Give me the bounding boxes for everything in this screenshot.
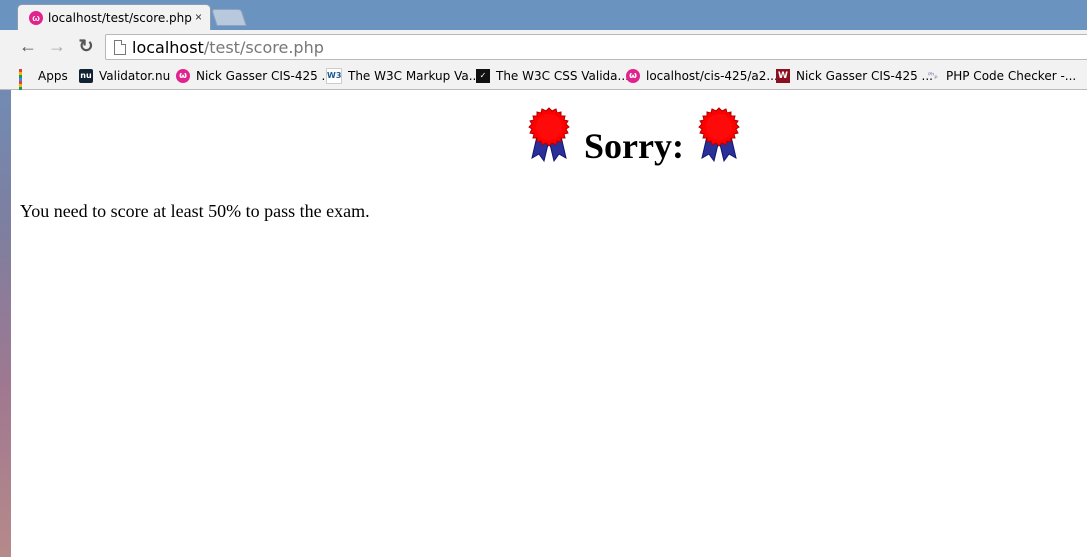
bookmark-label: Apps [38, 69, 68, 83]
bookmark-w3c-markup[interactable]: W3 The W3C Markup Va... [326, 67, 480, 85]
url-host: localhost [132, 38, 204, 57]
w-icon: W [776, 68, 790, 83]
url-text: localhost/test/score.php [132, 38, 324, 57]
bookmark-w3c-css[interactable]: ✓ The W3C CSS Valida... [476, 67, 629, 85]
apps-grid-icon [19, 68, 32, 96]
bookmark-label: localhost/cis-425/a2... [646, 69, 778, 83]
page-title: Sorry: [584, 126, 684, 166]
wamp-favicon-icon: ω [29, 11, 43, 25]
bookmark-localhost-cis[interactable]: ω localhost/cis-425/a2... [626, 67, 778, 85]
tab-strip: ω localhost/test/score.php × [0, 0, 1087, 32]
bookmark-apps[interactable]: Apps [19, 67, 68, 96]
w3c-icon: W3 [326, 67, 342, 84]
php-icon: ᴾʰₚ [928, 70, 938, 80]
browser-chrome: ω localhost/test/score.php × ← → ↻ local… [0, 0, 1087, 96]
bookmarks-bar: Apps nu Validator.nu ω Nick Gasser CIS-425… [0, 63, 1087, 96]
bookmark-label: Nick Gasser CIS-425 ... [796, 69, 933, 83]
bookmark-label: The W3C Markup Va... [348, 69, 481, 83]
url-path: /test/score.php [203, 38, 324, 57]
award-ribbon-icon [528, 107, 570, 163]
page-icon [114, 40, 126, 55]
close-icon[interactable]: × [195, 10, 202, 24]
page-content: Sorry: You need to score at least 50% to… [11, 90, 1087, 557]
wamp-icon: ω [626, 68, 640, 83]
bookmark-label: PHP Code Checker -... [946, 69, 1077, 83]
bookmark-label: Validator.nu [99, 69, 171, 83]
reload-button[interactable]: ↻ [76, 37, 96, 55]
tab-title: localhost/test/score.php [48, 11, 192, 25]
forward-button[interactable]: → [47, 37, 67, 55]
bookmark-label: The W3C CSS Valida... [496, 69, 629, 83]
wamp-icon: ω [176, 68, 190, 83]
address-bar[interactable]: localhost/test/score.php [105, 34, 1087, 60]
tab-score[interactable]: ω localhost/test/score.php × [17, 4, 211, 32]
toolbar: ← → ↻ localhost/test/score.php [0, 30, 1087, 63]
back-button[interactable]: ← [18, 37, 38, 55]
bookmark-validator-nu[interactable]: nu Validator.nu [79, 67, 170, 85]
award-ribbon-icon [698, 107, 740, 163]
bookmark-label: Nick Gasser CIS-425 ... [196, 69, 333, 83]
result-message: You need to score at least 50% to pass t… [20, 201, 370, 221]
bookmark-php-checker[interactable]: ᴾʰₚ PHP Code Checker -... [926, 67, 1076, 85]
bookmark-nick-gasser-2[interactable]: W Nick Gasser CIS-425 ... [776, 67, 933, 85]
validator-nu-icon: nu [79, 68, 93, 83]
css-validator-icon: ✓ [476, 68, 490, 83]
new-tab-button[interactable] [211, 9, 247, 26]
bookmark-nick-gasser-1[interactable]: ω Nick Gasser CIS-425 ... [176, 67, 333, 85]
heading-row: Sorry: [526, 96, 742, 166]
